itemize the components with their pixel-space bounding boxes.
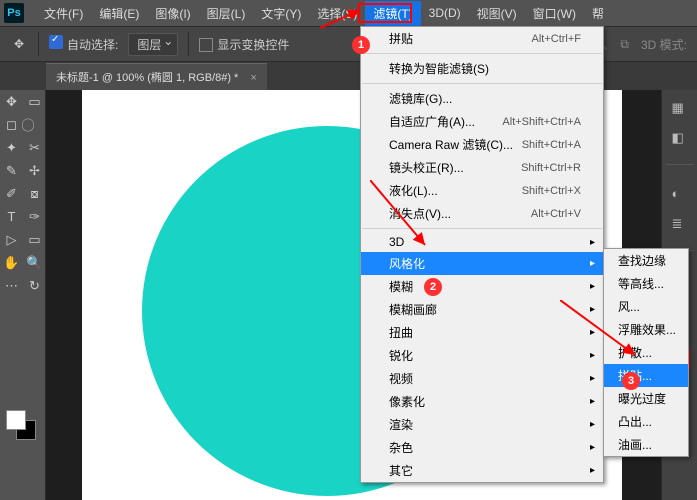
filter-group-blur[interactable]: 模糊 (361, 275, 603, 298)
filter-group-noise[interactable]: 杂色 (361, 436, 603, 459)
filter-menu-dropdown: 拼贴Alt+Ctrl+F 转换为智能滤镜(S) 滤镜库(G)... 自适应广角(… (360, 26, 604, 483)
filter-group-video[interactable]: 视频 (361, 367, 603, 390)
filter-group-other[interactable]: 其它 (361, 459, 603, 482)
menu-type[interactable]: 文字(Y) (253, 1, 309, 26)
hand-tool[interactable]: ✋ (0, 251, 23, 274)
adjustments-panel-icon[interactable]: ◐ (672, 186, 688, 202)
pen-tool[interactable]: ✑ (23, 205, 46, 228)
menu-3d[interactable]: 3D(D) (421, 2, 469, 24)
menu-help[interactable]: 帮 (584, 1, 612, 26)
share-icon[interactable]: ⧉ (620, 37, 629, 52)
move-tool-icon[interactable]: ✥ (10, 35, 28, 53)
menu-view[interactable]: 视图(V) (469, 1, 525, 26)
filter-group-render[interactable]: 渲染 (361, 413, 603, 436)
lasso-tool[interactable]: ⃝ (23, 113, 46, 136)
stylize-emboss[interactable]: 浮雕效果... (604, 318, 688, 341)
stylize-extrude[interactable]: 凸出... (604, 410, 688, 433)
stylize-solarize[interactable]: 曝光过度 (604, 387, 688, 410)
filter-group-pixelate[interactable]: 像素化 (361, 390, 603, 413)
stylize-contour[interactable]: 等高线... (604, 272, 688, 295)
menu-layer[interactable]: 图层(L) (199, 1, 254, 26)
marquee-tool[interactable]: ◻ (0, 113, 23, 136)
stylize-oil-paint[interactable]: 油画... (604, 433, 688, 456)
auto-select-target[interactable]: 图层 (128, 33, 178, 56)
artboard-tool[interactable]: ▭ (23, 90, 46, 113)
styles-panel-icon[interactable]: ≣ (672, 216, 688, 232)
filter-liquify[interactable]: 液化(L)...Shift+Ctrl+X (361, 179, 603, 202)
filter-vanishing-point[interactable]: 消失点(V)...Alt+Ctrl+V (361, 202, 603, 225)
menu-select[interactable]: 选择(S) (309, 1, 365, 26)
filter-group-3d[interactable]: 3D (361, 232, 603, 252)
menu-bar: Ps 文件(F) 编辑(E) 图像(I) 图层(L) 文字(Y) 选择(S) 滤… (0, 0, 697, 26)
filter-convert-smart[interactable]: 转换为智能滤镜(S) (361, 57, 603, 80)
edit-toolbar[interactable]: ⋯ (0, 274, 23, 297)
type-tool[interactable]: T (0, 205, 23, 228)
auto-select-checkbox[interactable]: 自动选择: (49, 35, 118, 53)
filter-group-blur-gallery[interactable]: 模糊画廊 (361, 298, 603, 321)
stylize-tiles[interactable]: 拼贴... (604, 364, 688, 387)
filter-adaptive-wide-angle[interactable]: 自适应广角(A)...Alt+Shift+Ctrl+A (361, 110, 603, 133)
stamp-tool[interactable]: ⧇ (23, 182, 46, 205)
magic-wand-tool[interactable]: ✦ (0, 136, 23, 159)
shape-tool[interactable]: ▭ (23, 228, 46, 251)
stylize-diffuse[interactable]: 扩散... (604, 341, 688, 364)
move-tool[interactable]: ✥ (0, 90, 23, 113)
foreground-color-swatch[interactable] (6, 410, 26, 430)
stylize-find-edges[interactable]: 查找边缘 (604, 249, 688, 272)
menu-edit[interactable]: 编辑(E) (91, 1, 147, 26)
menu-file[interactable]: 文件(F) (36, 1, 91, 26)
tool-bar: ✥ ▭ ◻ ⃝ ✦ ✂ ✎ ✢ ✐ ⧇ T ✑ ▷ ▭ ✋ 🔍 ⋯ ↻ (0, 90, 46, 500)
stylize-wind[interactable]: 风... (604, 295, 688, 318)
filter-gallery[interactable]: 滤镜库(G)... (361, 87, 603, 110)
filter-group-sharpen[interactable]: 锐化 (361, 344, 603, 367)
color-panel-icon[interactable]: ▦ (672, 100, 688, 116)
eyedropper-tool[interactable]: ✎ (0, 159, 23, 182)
zoom-tool[interactable]: 🔍 (23, 251, 46, 274)
filter-group-stylize[interactable]: 风格化 (361, 252, 603, 275)
swatches-panel-icon[interactable]: ◧ (672, 130, 688, 146)
menu-image[interactable]: 图像(I) (147, 1, 198, 26)
filter-group-distort[interactable]: 扭曲 (361, 321, 603, 344)
filter-lens-correction[interactable]: 镜头校正(R)...Shift+Ctrl+R (361, 156, 603, 179)
rotate-view-tool[interactable]: ↻ (23, 274, 46, 297)
close-tab-icon[interactable]: × (250, 72, 256, 84)
stylize-submenu: 查找边缘 等高线... 风... 浮雕效果... 扩散... 拼贴... 曝光过… (603, 248, 689, 457)
brush-tool[interactable]: ✐ (0, 182, 23, 205)
menu-filter[interactable]: 滤镜(T) (365, 1, 420, 26)
crop-tool[interactable]: ✂ (23, 136, 46, 159)
filter-last-used[interactable]: 拼贴Alt+Ctrl+F (361, 27, 603, 50)
path-select-tool[interactable]: ▷ (0, 228, 23, 251)
healing-tool[interactable]: ✢ (23, 159, 46, 182)
app-logo: Ps (4, 3, 24, 23)
menu-window[interactable]: 窗口(W) (525, 1, 584, 26)
document-tab[interactable]: 未标题-1 @ 100% (椭圆 1, RGB/8#) *× (46, 63, 267, 90)
show-transform-checkbox[interactable]: 显示变换控件 (199, 36, 289, 53)
filter-camera-raw[interactable]: Camera Raw 滤镜(C)...Shift+Ctrl+A (361, 133, 603, 156)
mode-3d-label: 3D 模式: (641, 36, 687, 53)
